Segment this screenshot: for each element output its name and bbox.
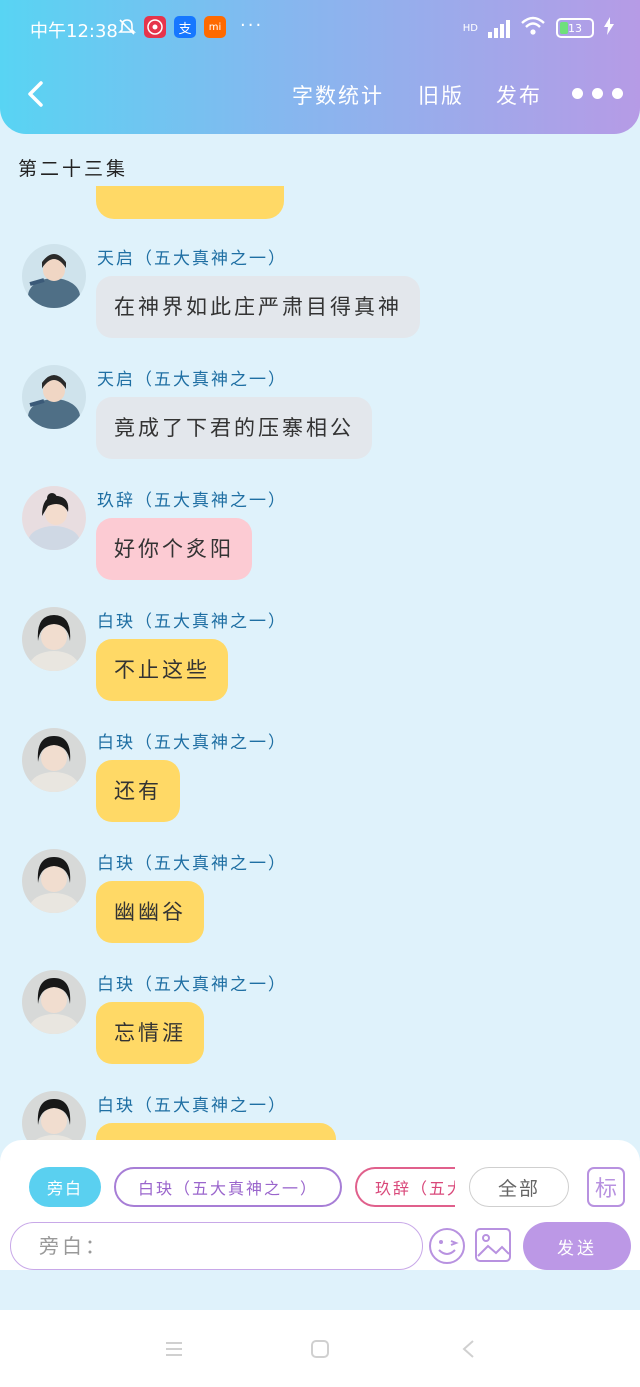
back-icon	[28, 81, 43, 107]
sender-name: 白玦（五大真神之一）	[97, 975, 287, 995]
sender-name: 白玦（五大真神之一）	[97, 612, 287, 632]
message-bubble-partial	[96, 186, 284, 219]
mark-button[interactable]: 标	[587, 1167, 625, 1207]
app-notification-icon	[144, 16, 166, 38]
sender-name: 天启（五大真神之一）	[97, 249, 287, 269]
role-chip-baijue[interactable]: 白玦（五大真神之一）	[114, 1167, 342, 1207]
message-item: 天启（五大真神之一） 在神界如此庄严肃目得真神	[0, 244, 640, 354]
composer-panel: 旁白 白玦（五大真神之一） 玖辞（五大真神之一） 全部 标 发送	[0, 1140, 640, 1270]
message-bubble[interactable]: 幽幽谷	[96, 881, 204, 943]
message-input[interactable]	[11, 1223, 422, 1269]
avatar[interactable]	[22, 1091, 86, 1140]
nav-bar: 字数统计 旧版 发布	[0, 62, 640, 126]
emoji-icon	[429, 1228, 465, 1264]
message-input-wrapper	[10, 1222, 423, 1270]
wifi-icon	[520, 16, 546, 40]
message-bubble[interactable]: 忘情涯	[96, 1002, 204, 1064]
role-chip-all[interactable]: 全部	[469, 1167, 569, 1207]
alipay-icon: 支	[174, 16, 196, 38]
sender-name: 白玦（五大真神之一）	[97, 733, 287, 753]
gap-band	[0, 1270, 640, 1310]
role-chip-narration[interactable]: 旁白	[29, 1167, 101, 1207]
message-bubble[interactable]: 不止这些	[96, 639, 228, 701]
old-version-button[interactable]: 旧版	[418, 80, 464, 110]
more-button[interactable]	[572, 88, 623, 99]
emoji-button[interactable]	[427, 1226, 467, 1266]
network-label: HD	[462, 22, 478, 34]
app-header: 中午12:38 支 mi ··· HD 13 字数统计 旧版 发布	[0, 0, 640, 134]
more-icon	[572, 88, 583, 99]
avatar[interactable]	[22, 849, 86, 913]
menu-icon[interactable]	[163, 1338, 185, 1360]
avatar[interactable]	[22, 970, 86, 1034]
charging-icon	[604, 17, 614, 39]
system-nav-bar	[0, 1310, 640, 1387]
message-bubble[interactable]: 在神界如此庄严肃目得真神	[96, 276, 420, 338]
sender-name: 白玦（五大真神之一）	[97, 1096, 287, 1116]
message-item: 白玦（五大真神之一） 不止这些	[0, 607, 640, 717]
back-button[interactable]	[18, 76, 54, 112]
message-bubble[interactable]	[96, 1123, 336, 1140]
avatar[interactable]	[22, 244, 86, 308]
battery-icon: 13	[556, 18, 594, 38]
signal-icon	[488, 18, 510, 38]
sender-name: 玖辞（五大真神之一）	[97, 491, 287, 511]
role-chip-jiuci[interactable]: 玖辞（五大真神之一）	[355, 1167, 455, 1207]
status-time: 中午12:38	[30, 21, 118, 42]
sender-name: 天启（五大真神之一）	[97, 370, 287, 390]
status-right: HD 13	[463, 16, 614, 40]
message-bubble[interactable]: 还有	[96, 760, 180, 822]
message-bubble[interactable]: 竟成了下君的压寨相公	[96, 397, 372, 459]
episode-title: 第二十三集	[18, 158, 129, 180]
mute-bell-icon	[116, 16, 138, 38]
message-item: 玖辞（五大真神之一） 好你个炙阳	[0, 486, 640, 596]
avatar[interactable]	[22, 728, 86, 792]
chat-list[interactable]: 天启（五大真神之一） 在神界如此庄严肃目得真神 天启（五大真神之一） 竟成了下君…	[0, 186, 640, 1140]
status-bar: 中午12:38 支 mi ··· HD 13	[0, 0, 640, 58]
image-button[interactable]	[474, 1226, 512, 1264]
message-item: 天启（五大真神之一） 竟成了下君的压寨相公	[0, 365, 640, 475]
message-item: 白玦（五大真神之一） 幽幽谷	[0, 849, 640, 959]
message-item: 白玦（五大真神之一）	[0, 1091, 640, 1140]
message-bubble[interactable]: 好你个炙阳	[96, 518, 252, 580]
message-item: 白玦（五大真神之一） 还有	[0, 728, 640, 838]
word-count-button[interactable]: 字数统计	[292, 80, 384, 110]
back-triangle-icon[interactable]	[458, 1338, 480, 1360]
avatar[interactable]	[22, 607, 86, 671]
send-button[interactable]: 发送	[523, 1222, 631, 1270]
image-icon	[475, 1228, 511, 1262]
battery-level: 13	[568, 21, 582, 35]
home-icon[interactable]	[309, 1338, 331, 1360]
avatar[interactable]	[22, 486, 86, 550]
message-item: 白玦（五大真神之一） 忘情涯	[0, 970, 640, 1080]
more-notifications-icon: ···	[240, 15, 264, 36]
sender-name: 白玦（五大真神之一）	[97, 854, 287, 874]
avatar[interactable]	[22, 365, 86, 429]
mi-icon: mi	[204, 16, 226, 38]
publish-button[interactable]: 发布	[496, 80, 542, 110]
